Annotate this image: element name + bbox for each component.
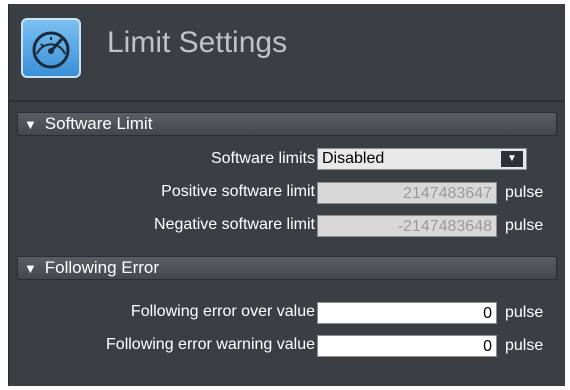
software-limits-label: Software limits bbox=[210, 150, 315, 167]
section-header-software-limit[interactable]: ▼ Software Limit bbox=[17, 112, 557, 136]
positive-limit-label: Positive software limit bbox=[161, 183, 315, 200]
section-header-following-error[interactable]: ▼ Following Error bbox=[17, 256, 557, 280]
following-error-warning-label: Following error warning value bbox=[106, 336, 315, 353]
negative-limit-field[interactable]: -2147483648 bbox=[317, 215, 497, 237]
positive-limit-field[interactable]: 2147483647 bbox=[317, 182, 497, 204]
positive-limit-unit: pulse bbox=[505, 184, 544, 201]
panel-header: Limit Settings bbox=[9, 4, 565, 94]
software-limits-value: Disabled bbox=[322, 150, 385, 167]
limit-settings-panel: Limit Settings ▼ Software Limit Software… bbox=[8, 4, 565, 386]
following-error-warning-field[interactable]: 0 bbox=[317, 335, 497, 357]
speedometer-icon bbox=[21, 18, 81, 78]
page-title: Limit Settings bbox=[107, 26, 288, 59]
collapse-triangle-icon: ▼ bbox=[24, 261, 37, 276]
following-error-warning-unit: pulse bbox=[505, 337, 544, 354]
negative-limit-unit: pulse bbox=[505, 217, 544, 234]
negative-limit-label: Negative software limit bbox=[154, 216, 315, 233]
header-divider bbox=[9, 100, 565, 102]
dropdown-arrow-icon[interactable]: ▼ bbox=[501, 151, 523, 167]
collapse-triangle-icon: ▼ bbox=[24, 117, 37, 132]
following-error-over-unit: pulse bbox=[505, 304, 544, 321]
section-title: Following Error bbox=[44, 258, 160, 277]
section-title: Software Limit bbox=[44, 114, 153, 133]
following-error-over-label: Following error over value bbox=[130, 303, 315, 320]
software-limits-dropdown[interactable]: Disabled ▼ bbox=[317, 148, 527, 170]
following-error-over-field[interactable]: 0 bbox=[317, 302, 497, 324]
